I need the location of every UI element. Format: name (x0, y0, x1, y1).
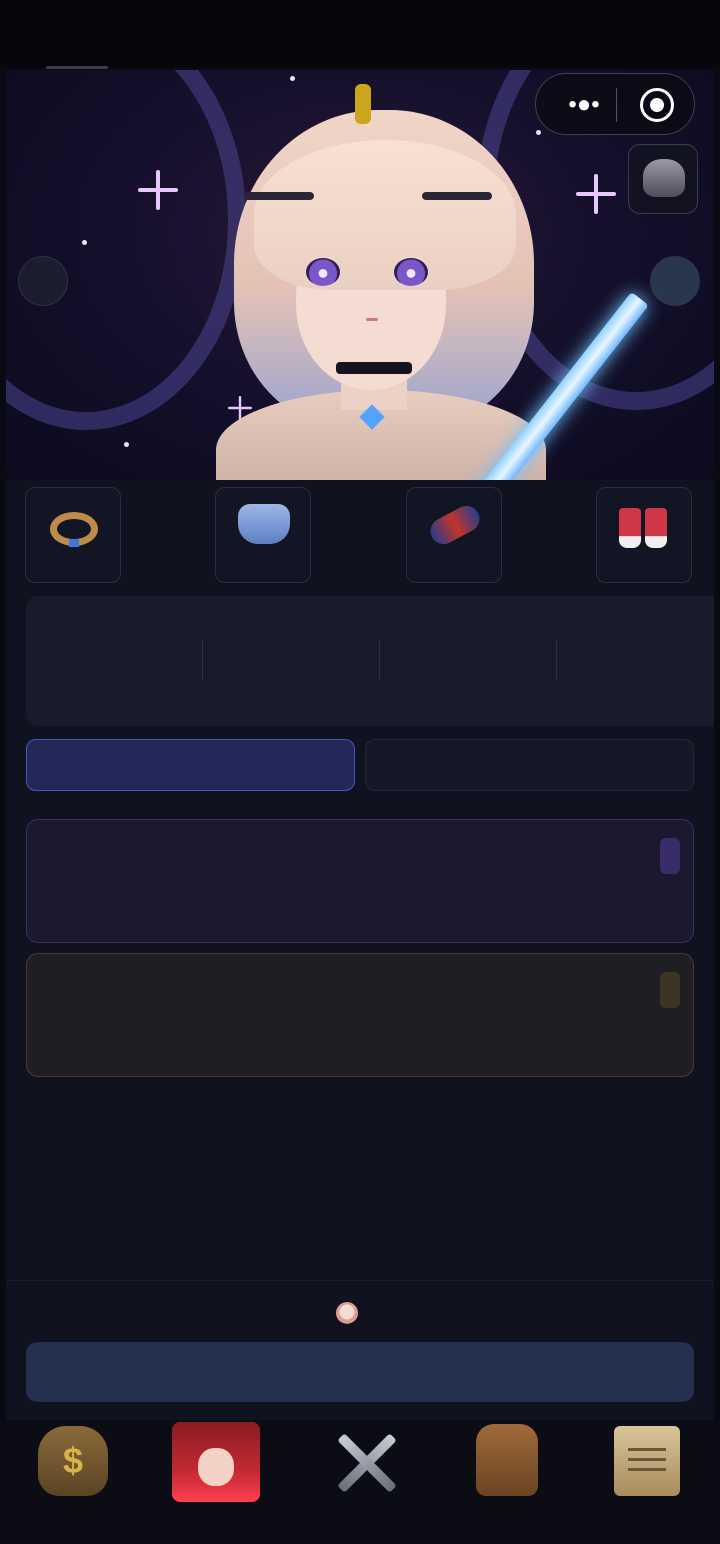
footer-divider (6, 1280, 714, 1281)
character-bangs (254, 140, 516, 290)
capsule-divider (616, 88, 617, 122)
vine-decoration-left (6, 70, 246, 430)
skill-card-purple[interactable] (26, 819, 694, 943)
star-dot (82, 240, 87, 245)
stats-divider (379, 640, 380, 680)
stats-panel (26, 596, 714, 726)
card-badge (660, 972, 680, 1008)
primary-action-button[interactable] (26, 1342, 694, 1402)
mini-avatar (336, 1302, 358, 1324)
stats-divider (556, 640, 557, 680)
equipment-slot-boots[interactable] (596, 487, 692, 583)
backpack-icon (476, 1424, 538, 1496)
money-bag-icon: $ (38, 1426, 108, 1496)
status-bar-indicator (46, 66, 108, 69)
equipment-slot-armor[interactable] (215, 487, 311, 583)
hero-portrait-icon (172, 1422, 260, 1502)
star-dot (536, 130, 541, 135)
character-choker (336, 362, 412, 374)
tab-primary[interactable] (26, 739, 355, 791)
hair-clip-left (244, 192, 314, 200)
target-icon[interactable] (640, 88, 674, 122)
stats-divider (202, 640, 203, 680)
crossed-swords-icon (332, 1426, 402, 1496)
nav-item-hero[interactable] (172, 1420, 272, 1502)
hair-clip-right (422, 192, 492, 200)
character-page: •●• (6, 70, 714, 1420)
tab-secondary[interactable] (365, 739, 694, 791)
scroll-icon (614, 1426, 680, 1496)
ring-icon (50, 512, 98, 547)
skill-card-gold[interactable] (26, 953, 694, 1077)
helmet-icon (643, 159, 685, 197)
equipment-slot-ring[interactable] (25, 487, 121, 583)
nav-item-shop[interactable]: $ (34, 1420, 134, 1502)
character-mouth (366, 318, 378, 321)
character-eye-left (306, 258, 340, 286)
star-dot (290, 76, 295, 81)
character-portrait: •●• (6, 70, 714, 480)
sparkle-icon (576, 174, 616, 214)
chest-armor-icon (238, 504, 290, 544)
nav-item-quests[interactable] (606, 1420, 706, 1502)
boots-icon (619, 504, 671, 548)
previous-character-button[interactable] (18, 256, 68, 306)
sparkle-icon (138, 170, 178, 210)
nav-item-inventory[interactable] (466, 1420, 566, 1502)
bottom-navigation: $ (0, 1420, 720, 1544)
more-options-button[interactable]: •●• (554, 74, 614, 136)
gauntlet-icon (425, 501, 485, 549)
character-eye-right (394, 258, 428, 286)
mini-program-capsule: •●• (535, 73, 695, 135)
game-screen: •●• $ (0, 0, 720, 1544)
card-badge (660, 838, 680, 874)
nav-item-battle[interactable] (322, 1420, 422, 1502)
status-bar (0, 0, 720, 69)
star-dot (124, 442, 129, 447)
top-indicator-bar (355, 84, 371, 124)
helmet-slot-button[interactable] (628, 144, 698, 214)
next-character-button[interactable] (650, 256, 700, 306)
equipment-slot-gauntlet[interactable] (406, 487, 502, 583)
